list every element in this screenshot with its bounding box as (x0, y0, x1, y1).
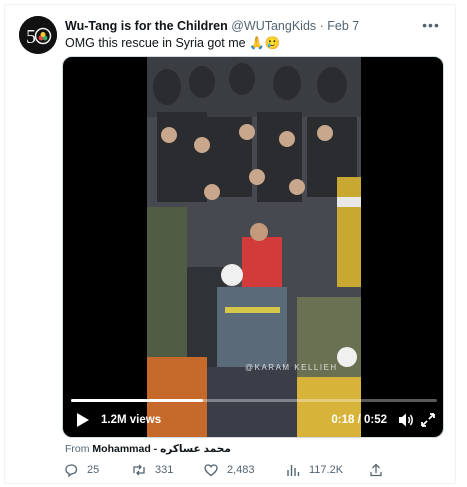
video-time: 0:18 / 0:52 (331, 414, 387, 426)
reply-button[interactable]: 25 (63, 460, 99, 480)
tweet-header: Wu-Tang is for the Children @WUTangKids … (65, 19, 359, 33)
tweet-card[interactable]: 5 Wu-Tang is for the Children @WUTangKid… (4, 4, 456, 484)
video-source: From Mohammad - محمد عساكره (65, 443, 231, 455)
video-progress-fill (71, 399, 203, 402)
avatar[interactable]: 5 (19, 16, 57, 54)
volume-button[interactable] (397, 411, 415, 429)
play-icon (77, 413, 89, 427)
video-controls: 1.2M views 0:18 / 0:52 (63, 409, 443, 433)
speaker-icon (399, 413, 413, 427)
source-prefix: From (65, 443, 90, 455)
more-options-button[interactable]: ••• (421, 15, 441, 35)
author-name[interactable]: Wu-Tang is for the Children (65, 19, 228, 33)
video-player[interactable]: @KARAM KELLIEH 1.2M views 0:18 / 0:52 (62, 56, 444, 438)
video-watermark: @KARAM KELLIEH (245, 363, 338, 372)
tweet-text: OMG this rescue in Syria got me 🙏🥲 (65, 36, 281, 50)
more-dots-icon: ••• (422, 17, 440, 33)
video-progress-bar[interactable] (71, 399, 437, 402)
share-button[interactable] (368, 460, 384, 480)
retweet-button[interactable]: 331 (131, 460, 173, 480)
author-handle[interactable]: @WUTangKids (231, 19, 316, 33)
tweet-actions: 25 331 2,483 117.2K (63, 460, 393, 480)
svg-text:5: 5 (26, 26, 36, 48)
like-count: 2,483 (227, 464, 255, 476)
analytics-bar-icon (287, 465, 300, 476)
views-count: 117.2K (309, 464, 344, 476)
video-frame[interactable]: @KARAM KELLIEH (147, 57, 361, 437)
tweet-date[interactable]: Feb 7 (327, 19, 359, 33)
wutang-50-logo-icon: 5 (19, 16, 57, 54)
play-button[interactable] (73, 411, 91, 429)
heart-icon (204, 464, 218, 477)
views-button[interactable]: 117.2K (285, 460, 343, 480)
share-icon (370, 463, 382, 477)
reply-icon (65, 464, 78, 478)
retweet-count: 331 (155, 464, 174, 476)
retweet-icon (133, 464, 145, 476)
video-frame-image (147, 57, 361, 437)
source-name-link[interactable]: Mohammad - محمد عساكره (92, 443, 230, 455)
separator-dot: · (319, 19, 324, 33)
like-button[interactable]: 2,483 (203, 460, 255, 480)
reply-count: 25 (87, 464, 100, 476)
expand-icon (421, 413, 435, 427)
fullscreen-button[interactable] (419, 411, 437, 429)
video-view-count: 1.2M views (101, 414, 162, 426)
